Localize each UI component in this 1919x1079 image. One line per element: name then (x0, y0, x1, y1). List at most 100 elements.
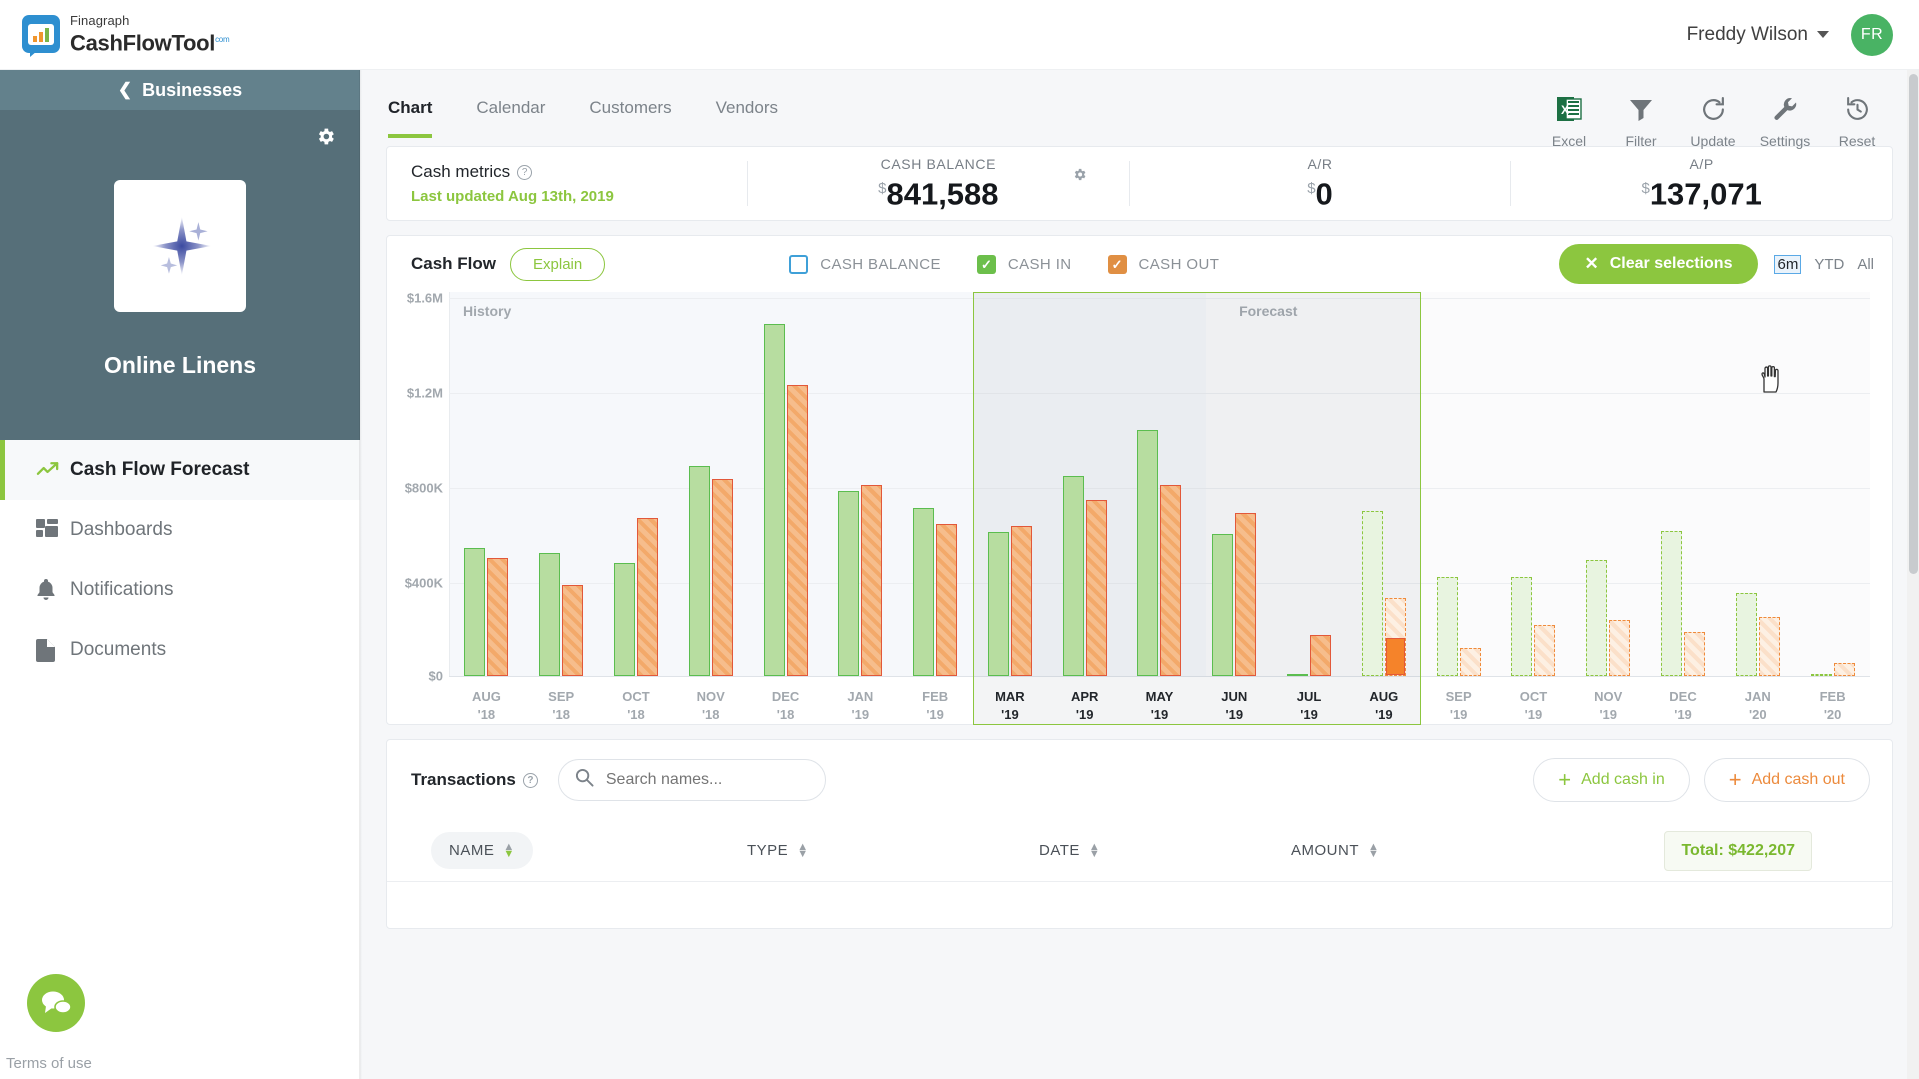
chart-bar-group[interactable] (823, 298, 898, 676)
bar-cash-out[interactable] (861, 484, 883, 676)
chart-bar-group[interactable] (449, 298, 524, 676)
user-menu[interactable]: Freddy Wilson FR (1687, 13, 1893, 56)
add-cash-out-button[interactable]: + Add cash out (1703, 758, 1870, 802)
checkbox-checked-icon[interactable]: ✓ (976, 254, 996, 274)
terms-of-use-link[interactable]: Terms of use (6, 1055, 92, 1072)
bar-cash-in[interactable] (464, 548, 486, 676)
x-tick-label[interactable]: FEB '20 (1795, 688, 1870, 724)
page-scrollbar-thumb[interactable] (1909, 74, 1918, 574)
bar-cash-in[interactable] (1062, 476, 1084, 676)
bar-cash-in[interactable] (1436, 576, 1458, 676)
chart-bar-group[interactable] (1646, 298, 1721, 676)
bar-cash-in[interactable] (1137, 430, 1159, 676)
app-logo[interactable]: Finagraph CashFlowToolcom (22, 13, 230, 58)
sort-arrows-icon[interactable]: ▲ ▼ (1089, 841, 1100, 859)
tab-chart[interactable]: Chart (388, 98, 433, 138)
chart-bar-group[interactable] (1272, 298, 1347, 676)
x-tick-label[interactable]: JUN '19 (1197, 688, 1272, 724)
bar-cash-in[interactable] (838, 490, 860, 676)
search-input[interactable] (605, 771, 806, 789)
tab-vendors[interactable]: Vendors (716, 98, 778, 138)
explain-button[interactable]: Explain (510, 247, 606, 281)
x-tick-label[interactable]: NOV '19 (1571, 688, 1646, 724)
bar-cash-out[interactable] (1833, 663, 1855, 676)
bar-cash-in[interactable] (1810, 674, 1832, 676)
column-header-date[interactable]: DATE ▲ ▼ (1039, 841, 1100, 859)
bar-cash-out[interactable] (1160, 484, 1182, 676)
range-6m[interactable]: 6m (1774, 254, 1802, 274)
x-tick-label[interactable]: OCT '18 (599, 688, 674, 724)
avatar[interactable]: FR (1851, 13, 1893, 56)
chart-bar-group[interactable] (1720, 298, 1795, 676)
bar-cash-out[interactable] (1085, 500, 1107, 676)
chart-bar-group[interactable] (1346, 298, 1421, 676)
chat-widget-button[interactable] (27, 974, 85, 1032)
reset-button[interactable]: Reset (1821, 92, 1893, 149)
chart-plot-area[interactable]: $1.6M $1.2M $800K $400K $0 History Forec… (387, 291, 1892, 725)
sort-arrows-icon[interactable]: ▲ ▼ (797, 841, 808, 859)
bar-cash-out[interactable] (1010, 525, 1032, 676)
x-tick-label[interactable]: SEP '18 (524, 688, 599, 724)
chevron-down-icon[interactable] (1817, 31, 1829, 38)
column-header-amount[interactable]: AMOUNT ▲ ▼ (1291, 841, 1379, 859)
legend-cash-out[interactable]: ✓ CASH OUT (1107, 254, 1220, 274)
column-header-type[interactable]: TYPE ▲ ▼ (747, 841, 809, 859)
chart-bar-group[interactable] (1047, 298, 1122, 676)
excel-button[interactable]: X Excel (1533, 92, 1605, 149)
sort-arrows-icon[interactable]: ▲ ▼ (1368, 841, 1379, 859)
x-tick-label[interactable]: JAN '20 (1720, 688, 1795, 724)
sort-arrows-icon[interactable]: ▲ ▼ (503, 841, 514, 859)
gear-icon[interactable] (1072, 167, 1087, 186)
bar-cash-out[interactable] (1235, 513, 1257, 676)
x-tick-label[interactable]: DEC '18 (748, 688, 823, 724)
bar-cash-in[interactable] (987, 531, 1009, 676)
legend-cash-in[interactable]: ✓ CASH IN (976, 254, 1072, 274)
checkbox-checked-icon[interactable]: ✓ (1107, 254, 1127, 274)
chart-bar-group[interactable] (1122, 298, 1197, 676)
bar-cash-out[interactable] (1384, 598, 1406, 676)
x-tick-label[interactable]: MAY '19 (1122, 688, 1197, 724)
clear-selections-button[interactable]: ✕ Clear selections (1558, 244, 1759, 284)
bar-cash-out[interactable] (487, 557, 509, 676)
bar-cash-in[interactable] (1661, 530, 1683, 676)
range-all[interactable]: All (1857, 256, 1874, 273)
chart-bar-group[interactable] (898, 298, 973, 676)
bar-cash-out[interactable] (786, 385, 808, 676)
x-tick-label[interactable]: JAN '19 (823, 688, 898, 724)
sidebar-item-notifications[interactable]: Notifications (0, 560, 360, 620)
x-tick-label[interactable]: OCT '19 (1496, 688, 1571, 724)
sidebar-item-documents[interactable]: Documents (0, 620, 360, 680)
bar-cash-out[interactable] (562, 585, 584, 676)
bar-cash-out[interactable] (1684, 632, 1706, 676)
bar-cash-in[interactable] (613, 562, 635, 676)
help-icon[interactable]: ? (522, 772, 538, 788)
bar-cash-out[interactable] (1459, 647, 1481, 676)
checkbox-unchecked-icon[interactable] (789, 254, 809, 274)
add-cash-in-button[interactable]: + Add cash in (1533, 758, 1690, 802)
bar-cash-out[interactable] (936, 523, 958, 676)
x-tick-label[interactable]: AUG '18 (449, 688, 524, 724)
chart-bar-group[interactable] (1197, 298, 1272, 676)
bar-cash-out[interactable] (1609, 620, 1631, 676)
chart-bar-group[interactable] (524, 298, 599, 676)
bar-cash-in[interactable] (1287, 674, 1309, 676)
chart-bar-group[interactable] (748, 298, 823, 676)
x-tick-label[interactable]: DEC '19 (1646, 688, 1721, 724)
column-header-name[interactable]: NAME ▲ ▼ (431, 832, 533, 869)
x-tick-label[interactable]: MAR '19 (973, 688, 1048, 724)
gear-icon[interactable] (315, 126, 336, 151)
bar-cash-in[interactable] (688, 465, 710, 676)
bar-cash-out[interactable] (1310, 634, 1332, 676)
sidebar-item-cash-flow-forecast[interactable]: Cash Flow Forecast (0, 440, 360, 500)
x-tick-label[interactable]: AUG '19 (1346, 688, 1421, 724)
bar-cash-in[interactable] (1735, 593, 1757, 676)
range-ytd[interactable]: YTD (1814, 256, 1844, 273)
chart-bar-group[interactable] (1496, 298, 1571, 676)
search-box[interactable] (557, 759, 826, 801)
bar-cash-in[interactable] (1586, 560, 1608, 676)
x-tick-label[interactable]: JUL '19 (1272, 688, 1347, 724)
x-tick-label[interactable]: NOV '18 (673, 688, 748, 724)
bar-cash-in[interactable] (539, 553, 561, 676)
businesses-back-link[interactable]: ❮ Businesses (0, 70, 360, 110)
bar-cash-out[interactable] (711, 478, 733, 676)
